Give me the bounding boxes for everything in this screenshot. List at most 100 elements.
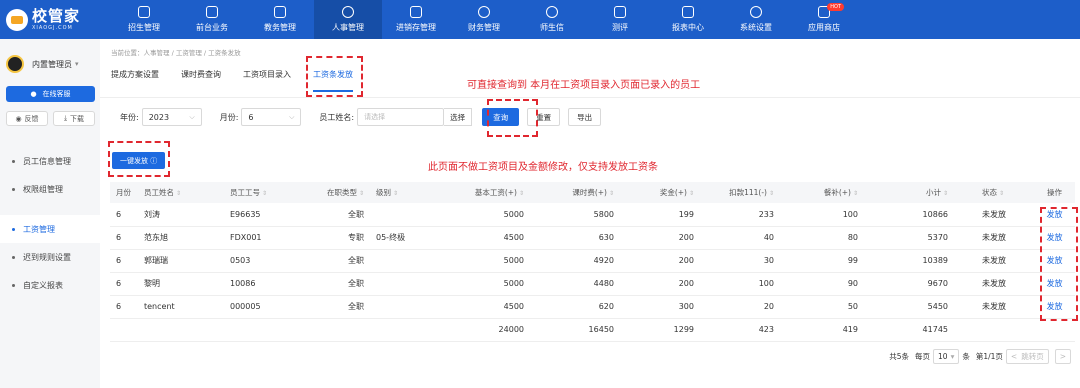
chat-icon [546,6,558,18]
year-label: 年份: [120,112,139,122]
col-employment-type[interactable]: 在职类型 ⇕ [312,182,370,203]
nav-item-assessment[interactable]: 测评 [586,0,654,39]
status-badge: 未发放 [954,272,1034,296]
table-row: 6 范东旭 FDX001 专职 05-终极 4500 630 200 40 80 5370 未发放 发放 [110,226,1075,250]
check-icon [614,6,626,18]
sidebar-item-employee-info[interactable]: 员工信息管理 [0,147,100,175]
chevron-down-icon: ▾ [950,352,955,361]
person-icon [342,6,354,18]
chevron-down-icon: ▾ [75,60,79,68]
col-actions: 操作 [1034,182,1075,203]
feedback-icon: ◉ [15,114,22,123]
nav-item-reports[interactable]: 报表中心 [654,0,722,39]
page-indicator: 第1/1页 [975,352,1003,361]
employee-name-label: 员工姓名: [319,112,355,122]
main-nav: 招生管理 前台业务 教务管理 人事管理 进销存管理 财务管理 师生信 测评 报表… [110,0,1080,39]
prev-page-button[interactable]: < 跳转页 [1005,349,1049,364]
employee-name-input[interactable]: 请选择 [357,108,445,126]
sidebar-menu: 员工信息管理 权限组管理 工资管理 迟到规则设置 自定义报表 [0,147,100,299]
nav-item-finance[interactable]: 财务管理 [450,0,518,39]
breadcrumb: 当前位置：人事管理 / 工资管理 / 工资条发放 [111,49,241,57]
report-icon [682,6,694,18]
sort-icon: ⇕ [942,190,948,197]
select-employee-button[interactable]: 选择 [444,108,473,126]
sidebar-item-permission-groups[interactable]: 权限组管理 [0,175,100,203]
col-base-salary[interactable]: 基本工资(+) ⇕ [444,182,530,203]
logo-icon [6,8,28,31]
year-select[interactable]: 2023 ⌵ [141,108,202,126]
brand-logo[interactable]: 校管家 XIAOGJ.COM [0,0,110,39]
col-lesson-fee[interactable]: 课时费(+) ⇕ [530,182,620,203]
tab-lesson-fee[interactable]: 课时费查询 [181,69,221,92]
sort-icon: ⇕ [393,190,399,197]
sort-icon: ⇕ [688,190,694,197]
download-button[interactable]: ⤓ 下载 [53,111,95,126]
status-badge: 未发放 [954,295,1034,319]
nav-item-settings[interactable]: 系统设置 [722,0,790,39]
sidebar: 内置管理员 ▾ ● 在线客服 ◉ 反馈 ⤓ 下载 员工信息管理 权限组管理 工资管理… [0,39,100,388]
month-label: 月份: [219,112,239,122]
table-row: 6 tencent 000005 全职 4500 620 300 20 50 5450 未发放 发放 [110,295,1075,319]
headset-icon: ● [30,90,37,98]
finance-icon [478,6,490,18]
nav-item-academic[interactable]: 教务管理 [246,0,314,39]
col-name[interactable]: 员工姓名 ⇕ [138,182,224,203]
highlight-query-button [487,99,538,137]
sort-icon: ⇕ [852,190,858,197]
col-level[interactable]: 级别 ⇕ [370,182,444,203]
col-month: 月份 [110,182,138,203]
hot-badge: HOT [827,3,844,11]
online-support-button[interactable]: ● 在线客服 [6,86,95,102]
col-meal-allowance[interactable]: 餐补(+) ⇕ [780,182,864,203]
table-row: 6 郭瑞瑞 0503 全职 5000 4920 200 30 99 10389 未发放 发放 [110,249,1075,273]
sort-icon: ⇕ [608,190,614,197]
table-row: 6 刘涛 E96635 全职 5000 5800 199 233 100 10866 未发放 发放 [110,203,1075,227]
settings-icon [750,6,762,18]
user-menu[interactable]: 内置管理员 ▾ [6,55,79,73]
sort-icon: ⇕ [768,190,774,197]
col-subtotal[interactable]: 小计 ⇕ [864,182,954,203]
table-totals-row: 24000 16450 1299 423 419 41745 [110,318,1075,342]
per-page-unit: 条 [962,352,970,361]
next-page-button[interactable]: > [1054,349,1071,364]
inventory-icon [410,6,422,18]
nav-item-messages[interactable]: 师生信 [518,0,586,39]
user-plus-icon [138,6,150,18]
col-employee-id[interactable]: 员工工号 ⇕ [224,182,312,203]
sidebar-item-custom-report[interactable]: 自定义报表 [0,271,100,299]
sort-icon: ⇕ [518,190,524,197]
chevron-down-icon: ⌵ [189,112,195,121]
tab-salary-items[interactable]: 工资项目录入 [243,69,291,92]
user-name: 内置管理员 [32,59,72,69]
nav-item-inventory[interactable]: 进销存管理 [382,0,450,39]
export-button[interactable]: 导出 [568,108,602,126]
nav-item-hr[interactable]: 人事管理 [314,0,382,39]
per-page-select[interactable]: 10 ▾ [933,349,960,364]
sort-icon: ⇕ [358,190,364,197]
chevron-down-icon: ⌵ [289,112,295,121]
sidebar-item-late-rules[interactable]: 迟到规则设置 [0,243,100,271]
col-bonus[interactable]: 奖金(+) ⇕ [620,182,700,203]
highlight-bulk-issue [108,141,170,177]
status-badge: 未发放 [954,226,1034,250]
brand-subtitle: XIAOGJ.COM [32,24,73,31]
month-select[interactable]: 6 ⌵ [241,108,302,126]
top-navigation-bar: 校管家 XIAOGJ.COM 招生管理 前台业务 教务管理 人事管理 进销存管理… [0,0,1080,39]
avatar [6,55,24,73]
highlight-payslip-tab [306,56,363,97]
feedback-button[interactable]: ◉ 反馈 [6,111,48,126]
book-icon [274,6,286,18]
col-deduction[interactable]: 扣款111(-) ⇕ [700,182,780,203]
sidebar-item-salary[interactable]: 工资管理 [0,215,100,243]
nav-item-front-desk[interactable]: 前台业务 [178,0,246,39]
tab-commission[interactable]: 提成方案设置 [111,69,159,92]
status-badge: 未发放 [954,249,1034,273]
nav-item-app-store[interactable]: 应用商店 HOT [790,0,858,39]
annotation-edit-note: 此页面不做工资项目及金额修改，仅支持发放工资条 [428,162,658,173]
table-header-row: 月份 员工姓名 ⇕ 员工工号 ⇕ 在职类型 ⇕ 级别 ⇕ 基本工资(+) ⇕ 课时费(+)… [110,182,1075,203]
download-icon: ⤓ [63,114,68,122]
sort-icon: ⇕ [176,190,182,197]
col-status[interactable]: 状态 ⇕ [954,182,1034,203]
brand-name: 校管家 [32,6,81,25]
nav-item-recruitment[interactable]: 招生管理 [110,0,178,39]
